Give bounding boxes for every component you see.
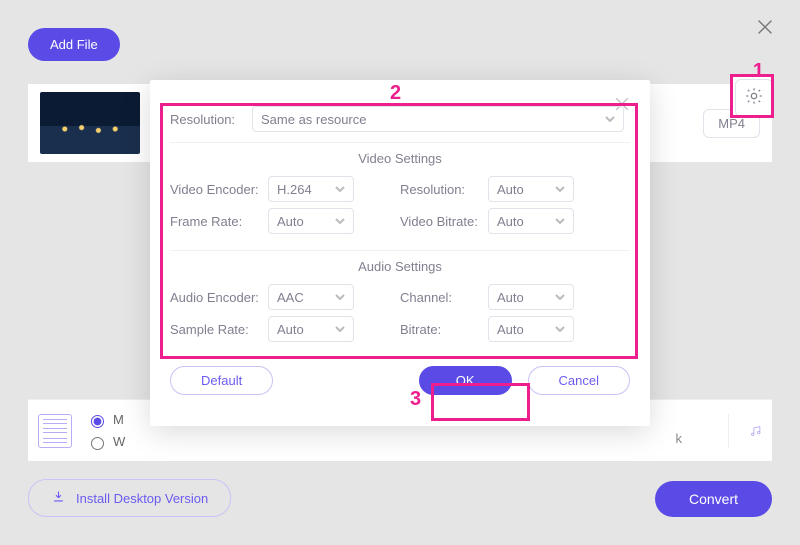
output-radios: M W (86, 412, 125, 450)
channel-select[interactable]: Auto (488, 284, 574, 310)
cancel-button[interactable]: Cancel (528, 366, 630, 395)
frame-rate-value: Auto (277, 214, 304, 229)
video-encoder-label: Video Encoder: (170, 182, 268, 197)
chevron-down-icon (335, 322, 345, 337)
radio-option-2[interactable]: W (86, 434, 125, 450)
truncated-text: k (676, 431, 683, 446)
audio-tab-icon[interactable] (728, 414, 762, 448)
radio-option-1-label: M (113, 412, 124, 427)
sample-rate-label: Sample Rate: (170, 322, 268, 337)
radio-option-2-label: W (113, 434, 125, 449)
video-settings-heading: Video Settings (170, 142, 630, 166)
video-thumbnail[interactable] (40, 92, 140, 154)
audio-bitrate-value: Auto (497, 322, 524, 337)
chevron-down-icon (555, 322, 565, 337)
window-close-button[interactable] (754, 16, 776, 43)
annotation-label-2: 2 (390, 82, 401, 105)
video-resolution-select[interactable]: Auto (488, 176, 574, 202)
annotation-label-1: 1 (753, 60, 764, 83)
frame-rate-label: Frame Rate: (170, 214, 268, 229)
video-bitrate-select[interactable]: Auto (488, 208, 574, 234)
chevron-down-icon (335, 290, 345, 305)
sample-rate-value: Auto (277, 322, 304, 337)
chevron-down-icon (335, 182, 345, 197)
chevron-down-icon (335, 214, 345, 229)
audio-encoder-value: AAC (277, 290, 304, 305)
top-resolution-label: Resolution: (170, 112, 252, 127)
chevron-down-icon (555, 290, 565, 305)
annotation-label-3: 3 (410, 388, 421, 411)
video-encoder-select[interactable]: H.264 (268, 176, 354, 202)
chevron-down-icon (605, 112, 615, 127)
video-resolution-value: Auto (497, 182, 524, 197)
ok-button[interactable]: OK (419, 366, 512, 395)
channel-value: Auto (497, 290, 524, 305)
install-desktop-label: Install Desktop Version (76, 491, 208, 506)
download-icon (51, 489, 66, 507)
settings-dialog: Resolution: Same as resource Video Setti… (150, 80, 650, 426)
sample-rate-select[interactable]: Auto (268, 316, 354, 342)
convert-button[interactable]: Convert (655, 481, 772, 517)
top-resolution-value: Same as resource (261, 112, 367, 127)
add-file-button[interactable]: Add File (28, 28, 120, 61)
chevron-down-icon (555, 214, 565, 229)
channel-label: Channel: (400, 290, 488, 305)
default-button[interactable]: Default (170, 366, 273, 395)
frame-rate-select[interactable]: Auto (268, 208, 354, 234)
audio-encoder-select[interactable]: AAC (268, 284, 354, 310)
install-desktop-button[interactable]: Install Desktop Version (28, 479, 231, 517)
audio-bitrate-select[interactable]: Auto (488, 316, 574, 342)
video-tab-icon[interactable] (38, 414, 72, 448)
top-resolution-select[interactable]: Same as resource (252, 106, 624, 132)
radio-option-1[interactable]: M (86, 412, 125, 428)
audio-encoder-label: Audio Encoder: (170, 290, 268, 305)
video-bitrate-label: Video Bitrate: (400, 214, 488, 229)
video-encoder-value: H.264 (277, 182, 312, 197)
chevron-down-icon (555, 182, 565, 197)
audio-settings-heading: Audio Settings (170, 250, 630, 274)
video-resolution-label: Resolution: (400, 182, 488, 197)
video-bitrate-value: Auto (497, 214, 524, 229)
audio-bitrate-label: Bitrate: (400, 322, 488, 337)
